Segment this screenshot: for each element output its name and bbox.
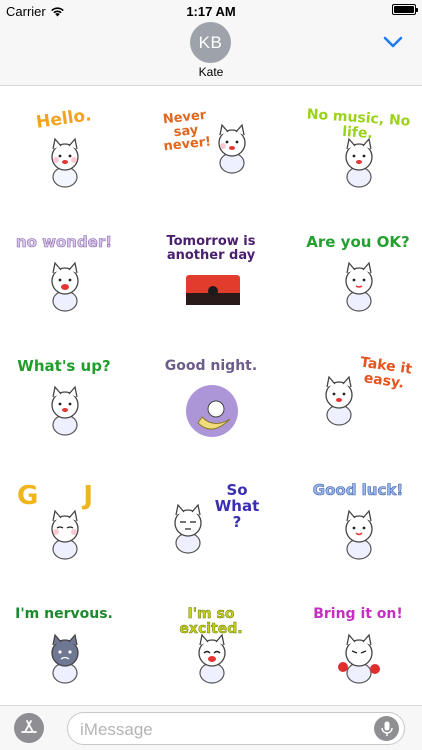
sticker-hello[interactable]: Hello. [9,105,119,199]
sticker-gj[interactable]: G J [9,479,119,571]
sticker-caption: Tomorrow is another day [166,234,256,263]
sticker-no-music-no-life[interactable]: No music, No life. [303,106,413,199]
conversation-header: Carrier 1:17 AM KB Kate [0,0,422,86]
sticker-cell[interactable]: Are you OK? [298,227,418,327]
sticker-im-so-excited[interactable]: I'm so excited. [156,603,266,695]
sticker-whats-up[interactable]: What's up? [9,355,119,447]
sticker-take-it-easy[interactable]: Take it easy. [303,355,413,447]
sticker-no-wonder[interactable]: no wonder! [9,231,119,323]
cat-icon [198,633,226,684]
sticker-good-night[interactable]: Good night. [156,355,266,447]
sticker-caption: no wonder! [15,233,113,251]
sticker-cell[interactable]: Good luck! [298,475,418,575]
sticker-are-you-ok[interactable]: Are you OK? [303,231,413,323]
sticker-so-what[interactable]: So What ? [156,479,266,571]
cat-icon [345,137,373,188]
battery-indicator [392,4,418,15]
sticker-caption: Take it easy. [359,354,413,392]
sticker-cell[interactable]: I'm nervous. [4,599,124,699]
cat-icon [345,509,373,560]
sticker-cell[interactable]: Take it easy. [298,351,418,451]
sticker-cell[interactable]: G J [4,475,124,575]
avatar-initials: KB [198,32,223,52]
cat-icon [51,385,79,436]
cat-icon [51,509,79,560]
sticker-caption: So What ? [214,481,260,531]
message-input[interactable]: iMessage [67,712,405,745]
sticker-cell[interactable]: no wonder! [4,227,124,327]
microphone-button[interactable] [374,716,399,741]
sticker-caption: Bring it on! [313,606,403,622]
sticker-cell[interactable]: Tomorrow is another day [151,227,271,327]
chevron-down-icon[interactable] [382,34,404,50]
sticker-caption: I'm nervous. [15,606,113,622]
sticker-caption: Good luck! [312,481,404,499]
contact-avatar[interactable]: KB [190,22,231,63]
cat-icon [51,261,79,312]
contact-name[interactable]: Kate [0,65,422,79]
sticker-cell[interactable]: Never say never! [151,103,271,203]
sticker-caption: Good night. [164,358,258,374]
sticker-caption: G J [16,481,112,511]
cat-icon [325,375,353,426]
sticker-cell[interactable]: So What ? [151,475,271,575]
sticker-cell[interactable]: No music, No life. [298,103,418,203]
app-store-icon [21,720,37,733]
cat-icon [51,137,79,188]
sticker-never-say-never[interactable]: Never say never! [156,107,266,199]
sticker-cell[interactable]: Bring it on! [298,599,418,699]
cat-icon [338,633,380,684]
sticker-cell[interactable]: I'm so excited. [151,599,271,699]
battery-icon [392,4,418,15]
sticker-tomorrow-is-another-day[interactable]: Tomorrow is another day [156,231,266,323]
cat-icon [218,123,246,174]
sticker-good-luck[interactable]: Good luck! [303,479,413,571]
compose-bar: iMessage [0,705,422,750]
message-placeholder: iMessage [80,720,153,739]
microphone-icon [380,721,393,736]
sticker-cell[interactable]: Hello. [4,103,124,203]
status-bar: Carrier 1:17 AM [0,0,422,22]
imessage-sticker-screen: Carrier 1:17 AM KB Kate Hello. Never say… [0,0,422,750]
sticker-im-nervous[interactable]: I'm nervous. [9,603,119,695]
sticker-caption: Hello. [34,105,93,133]
cat-icon [174,503,202,554]
sticker-caption: Never say never! [162,107,212,155]
sticker-caption: What's up? [17,357,111,375]
sticker-cell[interactable]: What's up? [4,351,124,451]
sticker-bring-it-on[interactable]: Bring it on! [303,603,413,695]
sticker-caption: Are you OK? [306,233,410,251]
cat-icon [345,261,373,312]
cat-icon [51,633,79,684]
sticker-caption: I'm so excited. [179,606,243,637]
sticker-cell[interactable]: Good night. [151,351,271,451]
moon-icon [186,385,238,437]
app-store-button[interactable] [14,713,44,743]
sticker-grid: Hello. Never say never! No music, No lif… [0,87,422,705]
sunset-icon [186,275,240,305]
clock: 1:17 AM [186,4,236,19]
